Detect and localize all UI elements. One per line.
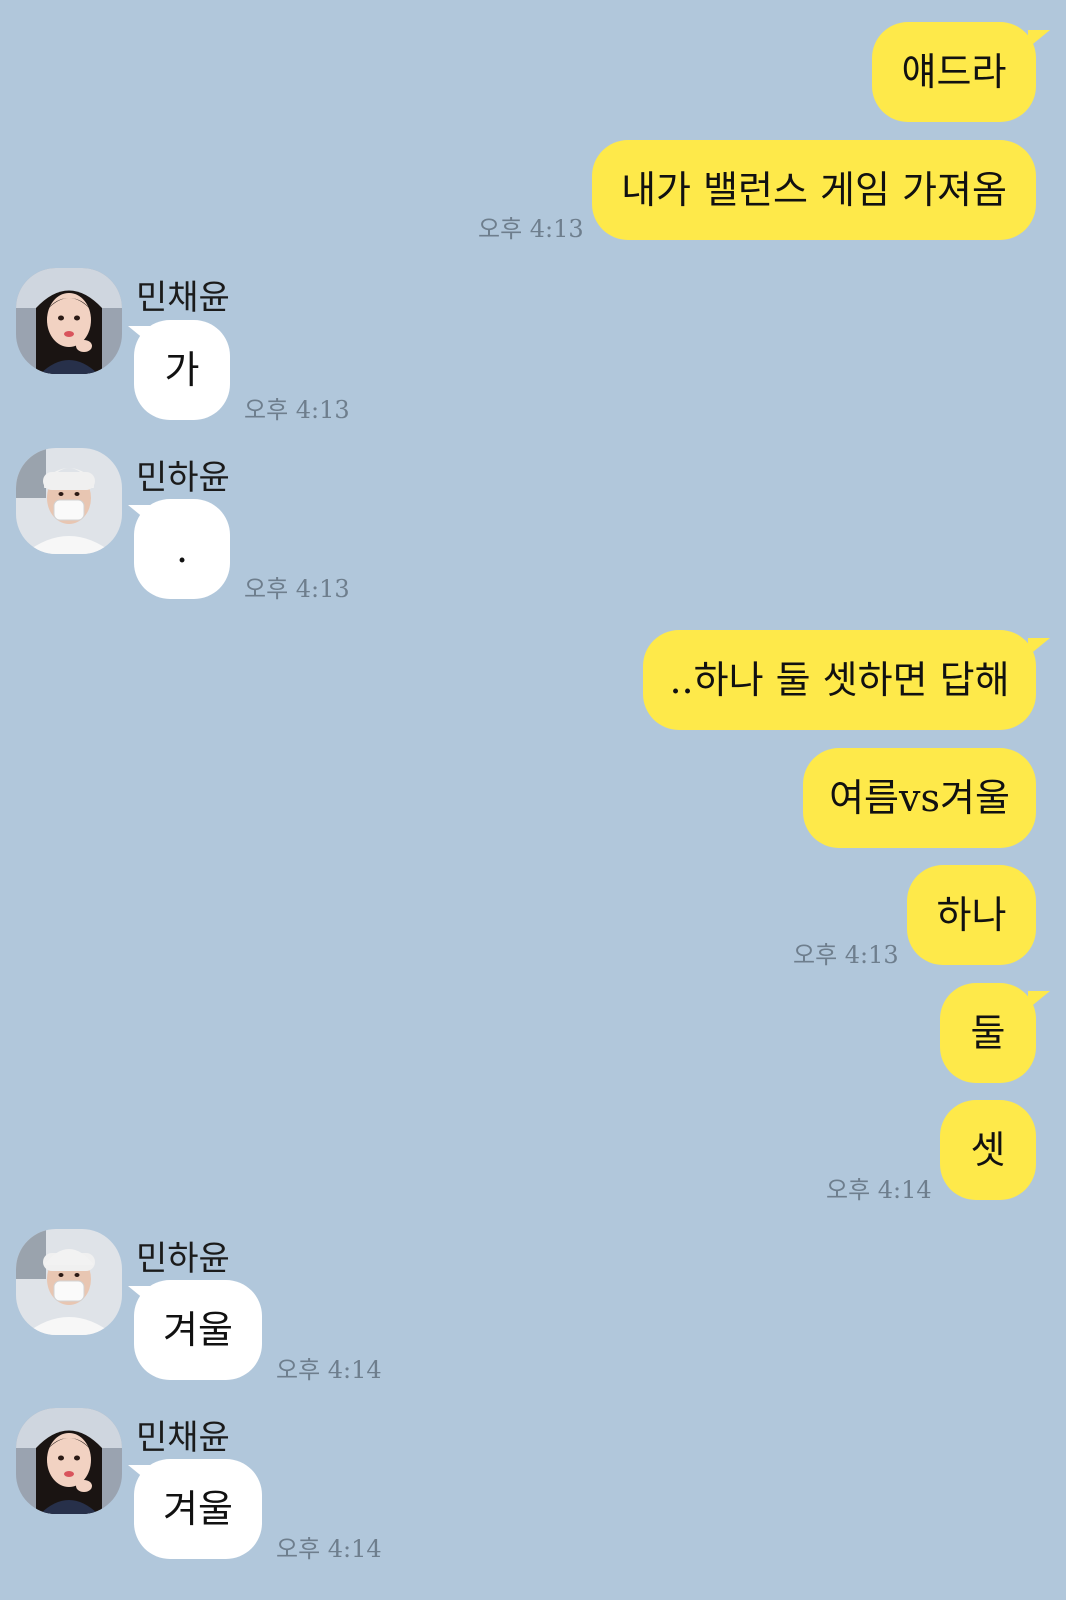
message-text: .: [175, 527, 189, 571]
sender-name: 민채윤: [136, 278, 230, 318]
other-message-bubble[interactable]: 겨울: [134, 1280, 262, 1380]
message-text: 가: [164, 348, 200, 392]
my-message-bubble[interactable]: 얘드라: [872, 22, 1036, 122]
other-message-bubble[interactable]: 겨울: [134, 1459, 262, 1559]
message-text: ..하나 둘 셋하면 답해: [669, 658, 1010, 702]
bubble-tail: [1028, 991, 1050, 1009]
chat-log: 얘드라 내가 밸런스 게임 가져옴 오후 4:13 민채윤 가 오후 4:13: [0, 0, 1066, 1600]
message-text: 얘드라: [901, 50, 1007, 94]
message-text: 여름vs겨울: [829, 776, 1010, 820]
message-time: 오후 4:13: [793, 941, 899, 969]
sender-name: 민채윤: [136, 1418, 230, 1458]
sender-name: 민하윤: [136, 1239, 230, 1279]
message-text: 셋: [970, 1128, 1006, 1172]
bubble-tail: [128, 1286, 150, 1304]
message-time: 오후 4:13: [244, 396, 350, 424]
message-time: 오후 4:14: [276, 1356, 382, 1384]
bubble-tail: [128, 326, 150, 344]
message-time: 오후 4:14: [826, 1176, 932, 1204]
bubble-tail: [1028, 638, 1050, 656]
message-text: 겨울: [163, 1308, 233, 1352]
bubble-tail: [1028, 30, 1050, 48]
my-message-bubble[interactable]: 여름vs겨울: [803, 748, 1036, 848]
hayun-avatar[interactable]: [16, 1229, 122, 1335]
message-time: 오후 4:13: [244, 575, 350, 603]
sender-name: 민하윤: [136, 458, 230, 498]
my-message-bubble[interactable]: 셋: [940, 1100, 1036, 1200]
bubble-tail: [128, 1465, 150, 1483]
message-text: 내가 밸런스 게임 가져옴: [621, 168, 1007, 212]
hayun-avatar[interactable]: [16, 448, 122, 554]
message-time: 오후 4:14: [276, 1535, 382, 1563]
my-message-bubble[interactable]: 하나: [907, 865, 1036, 965]
message-text: 하나: [936, 893, 1007, 937]
message-text: 둘: [970, 1011, 1006, 1055]
chaeyun-avatar[interactable]: [16, 268, 122, 374]
bubble-tail: [128, 505, 150, 523]
message-text: 겨울: [163, 1487, 233, 1531]
message-time: 오후 4:13: [478, 215, 584, 243]
chaeyun-avatar[interactable]: [16, 1408, 122, 1514]
my-message-bubble[interactable]: ..하나 둘 셋하면 답해: [643, 630, 1036, 730]
my-message-bubble[interactable]: 내가 밸런스 게임 가져옴: [592, 140, 1036, 240]
my-message-bubble[interactable]: 둘: [940, 983, 1036, 1083]
